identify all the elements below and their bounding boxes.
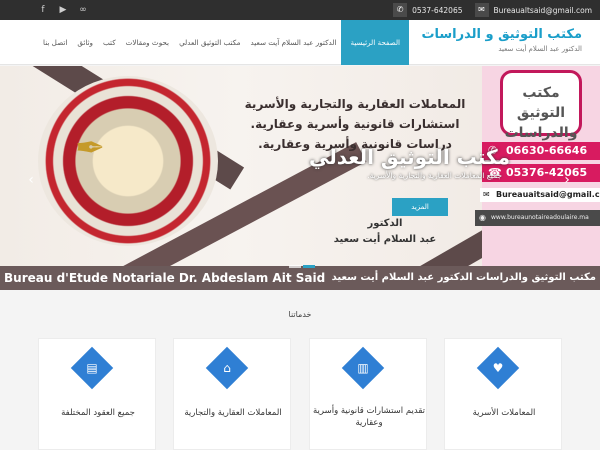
service-card-consultations[interactable]: ▥ تقديم استشارات قانونية وأسرية وعقارية — [309, 338, 427, 450]
hero-slider: ✒ المعاملات العقارية والتجارية والأسرية … — [0, 66, 600, 290]
hero-office-name-line: والدراسات — [504, 125, 578, 141]
hero-office-name: مكتب التوثيق والدراسات — [500, 70, 582, 141]
social-links: f ▶ ∞ — [35, 0, 95, 20]
mail-icon: ✉ — [474, 3, 489, 17]
service-card-title: المعاملات الأسرية — [472, 408, 536, 418]
slider-prev-arrow-icon[interactable]: ‹ — [24, 170, 38, 190]
document-icon: ▤ — [86, 361, 98, 375]
main-navbar: الصفحة الرئيسية الدكتور عبد السلام آيت س… — [0, 20, 600, 65]
hero-line: استشارات قانونية وأسرية وعقارية. — [250, 117, 460, 131]
hero-phone-number: 05376-42065 — [506, 166, 588, 179]
brand-subtitle: الدكتور عبد السلام أيت سعيد — [498, 45, 582, 53]
slider-dot[interactable] — [289, 265, 301, 268]
hero-line: المعاملات العقارية والتجارية والأسرية — [244, 97, 466, 111]
service-card-real-estate[interactable]: ⌂ المعاملات العقارية والتجارية — [173, 338, 291, 450]
brand-logo[interactable]: مكتب التوثيق و الدراسات الدكتور عبد السل… — [421, 26, 582, 55]
hero-banner-footer: Bureau d'Etude Notariale Dr. Abdeslam Ai… — [0, 266, 600, 290]
nav-item-books[interactable]: كتب — [98, 20, 121, 65]
hero-description: جميع المعاملات العقارية والتجارية والأسر… — [367, 171, 502, 180]
phone-icon: ✆ — [393, 3, 408, 17]
service-card-contracts[interactable]: ▤ جميع العقود المختلفة — [38, 338, 156, 450]
more-button[interactable]: المزيد — [392, 198, 448, 216]
service-card-family[interactable]: ♥ المعاملات الأسرية — [444, 338, 562, 450]
feather-icon: ✒ — [74, 128, 106, 169]
nav-item-articles[interactable]: بحوث ومقالات — [121, 20, 174, 65]
topbar-email[interactable]: Bureaualtsaid@gmail.com — [494, 6, 592, 15]
hero-email-text: Bureauaitsaid@gmail.com — [496, 190, 600, 199]
nav-item-home[interactable]: الصفحة الرئيسية — [341, 20, 410, 65]
nav-item-documents[interactable]: وثائق — [72, 20, 98, 65]
nav-item-notary-office[interactable]: مكتب التوثيق العدلي — [174, 20, 245, 65]
topbar-phone[interactable]: 0537-642065 — [412, 6, 462, 15]
link-icon[interactable]: ∞ — [75, 0, 91, 20]
hero-website-text: www.bureaunotaireadoulaire.ma — [491, 214, 589, 221]
hero-doctor-line: الدكتور — [367, 218, 403, 229]
globe-icon: ◉ — [479, 213, 486, 222]
nav-item-contact[interactable]: اتصل بنا — [38, 20, 72, 65]
hero-office-name-line: مكتب التوثيق — [516, 85, 566, 121]
nav-menu: الصفحة الرئيسية الدكتور عبد السلام آيت س… — [38, 20, 410, 65]
service-card-title: المعاملات العقارية والتجارية — [184, 408, 282, 418]
slider-indicators — [288, 265, 316, 268]
book-icon: ▥ — [357, 361, 369, 375]
brand-title: مكتب التوثيق و الدراسات — [421, 27, 582, 42]
hero-doctor-line: عبد السلام أيت سعيد — [333, 234, 437, 245]
facebook-icon[interactable]: f — [35, 0, 51, 20]
family-icon: ♥ — [492, 361, 504, 375]
slider-dot-active[interactable] — [303, 265, 315, 268]
hero-phone-number: 06630-66646 — [506, 144, 588, 157]
services-heading: خدماتنا — [288, 310, 312, 319]
hero-email: ✉ Bureauaitsaid@gmail.com — [480, 188, 600, 202]
hero-footer-arabic: مكتب التوثيق والدراسات الدكتور عبد السلا… — [331, 272, 596, 283]
service-card-title: تقديم استشارات قانونية وأسرية وعقارية — [310, 405, 428, 429]
nav-item-doctor[interactable]: الدكتور عبد السلام آيت سعيد — [246, 20, 342, 65]
service-card-title: جميع العقود المختلفة — [61, 408, 135, 418]
home-icon: ⌂ — [223, 361, 231, 375]
hero-title: مكتب التوثيق العدلي — [309, 145, 510, 169]
hero-footer-french: Bureau d'Etude Notariale Dr. Abdeslam Ai… — [4, 271, 326, 285]
slider-next-arrow-icon[interactable]: › — [560, 170, 574, 190]
contact-info: ✆ 0537-642065 ✉ Bureaualtsaid@gmail.com — [389, 0, 592, 20]
top-bar: f ▶ ∞ ✆ 0537-642065 ✉ Bureaualtsaid@gmai… — [0, 0, 600, 20]
youtube-icon[interactable]: ▶ — [55, 0, 71, 20]
service-card-title-text: تقديم استشارات قانونية وأسرية وعقارية — [312, 406, 426, 428]
hero-website: ◉ www.bureaunotaireadoulaire.ma — [475, 210, 600, 226]
office-seal-image — [38, 76, 218, 246]
mail-icon: ✉ — [483, 190, 490, 199]
hero-doctor-name: الدكتور عبد السلام أيت سعيد — [330, 216, 440, 248]
